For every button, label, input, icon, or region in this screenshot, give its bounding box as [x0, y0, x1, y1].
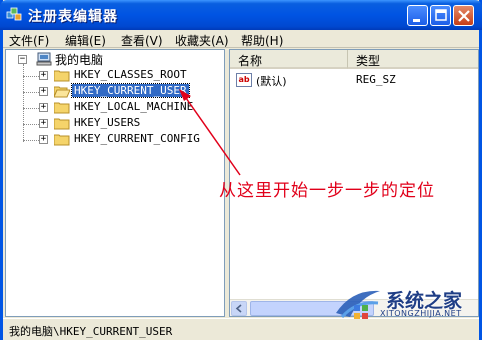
annotation-text: 从这里开始一步一步的定位	[219, 181, 435, 201]
watermark-subtitle: XITONGZHIJIA.NET	[380, 309, 462, 318]
watermark: 系统之家 XITONGZHIJIA.NET	[332, 283, 482, 323]
watermark-logo-icon	[336, 290, 380, 319]
